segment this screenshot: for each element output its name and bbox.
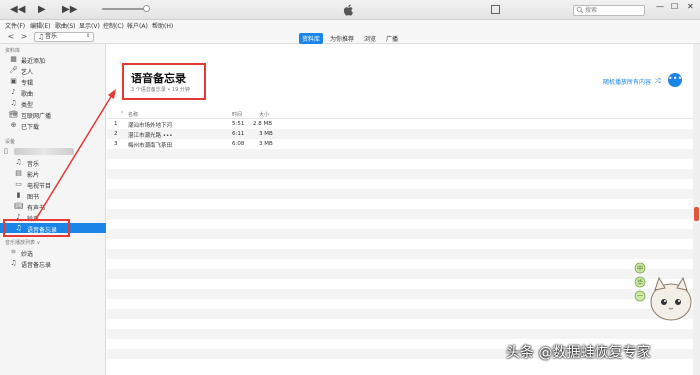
mascot-badge-3: 一: [637, 294, 643, 301]
mascot-badge-2: 毕: [637, 279, 643, 287]
mascot-cat-illustration: 中 毕 一: [634, 262, 692, 321]
annotation-arrow: [35, 89, 116, 220]
mascot-badge-1: 中: [637, 265, 643, 273]
watermark-text: 头条 @数据蛙恢复专家: [506, 345, 651, 361]
